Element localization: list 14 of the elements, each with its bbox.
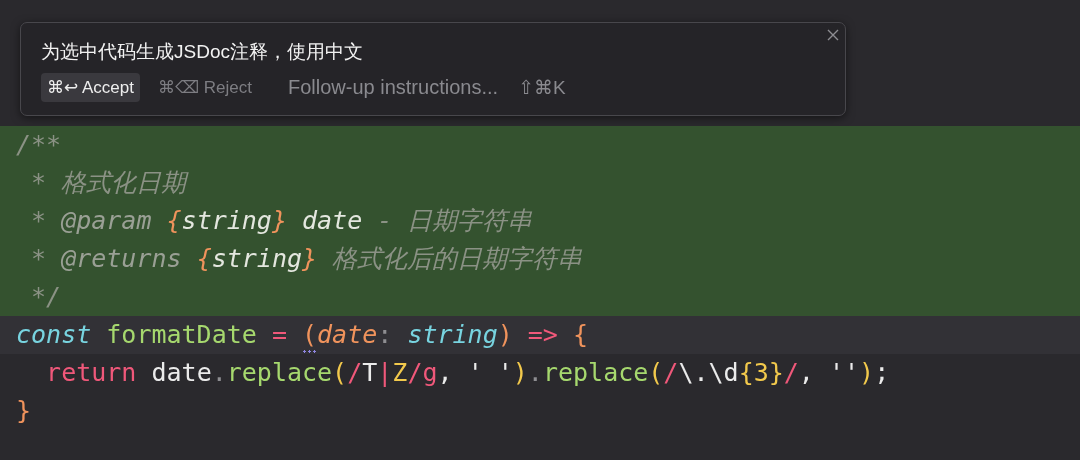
prompt-text: 为选中代码生成JSDoc注释，使用中文 bbox=[41, 40, 364, 64]
code-line: /** bbox=[16, 130, 62, 159]
close-icon[interactable] bbox=[827, 29, 839, 41]
code-line: return date.replace(/T|Z/g, ' ').replace(/\.\d{3}/, ''); bbox=[45, 358, 890, 387]
reject-button[interactable]: ⌘⌫ Reject bbox=[152, 73, 258, 102]
code-line: const formatDate = (date: string) => { bbox=[16, 320, 589, 349]
code-line: */ bbox=[30, 282, 62, 311]
code-line: } bbox=[16, 396, 32, 425]
follow-up-input[interactable]: Follow-up instructions... bbox=[287, 76, 518, 99]
shortcut-hint: ⇧⌘K bbox=[517, 76, 566, 99]
code-line: * @returns {string} 格式化后的日期字符串 bbox=[30, 244, 583, 273]
code-line: * 格式化日期 bbox=[30, 168, 187, 197]
accept-button[interactable]: ⌘↩ Accept bbox=[41, 73, 140, 102]
code-line: * @param {string} date - 日期字符串 bbox=[30, 206, 533, 235]
